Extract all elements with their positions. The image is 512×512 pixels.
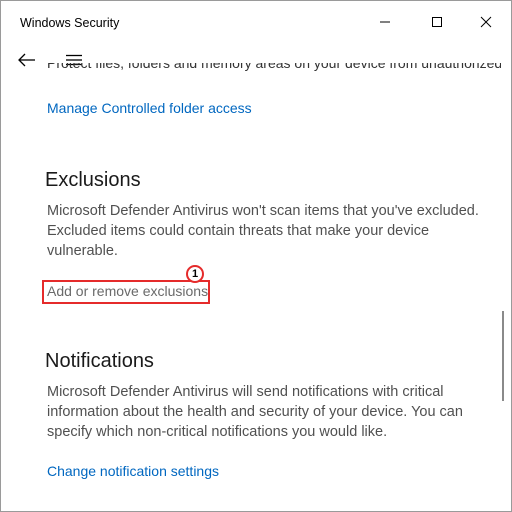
maximize-button[interactable] [410,1,464,43]
close-icon [480,16,492,28]
window-title: Windows Security [20,16,120,30]
close-button[interactable] [459,1,511,43]
maximize-icon [432,17,442,27]
exclusions-description: Microsoft Defender Antivirus won't scan … [47,203,479,259]
partial-description: Protect files, folders and memory areas … [47,63,501,71]
scrollbar-thumb[interactable] [502,311,504,401]
manage-controlled-folder-access-link[interactable]: Manage Controlled folder access [47,100,252,116]
scroll-content: Protect files, folders and memory areas … [1,61,501,511]
title-bar: Windows Security [1,1,511,43]
change-notification-settings-link[interactable]: Change notification settings [47,463,219,479]
minimize-button[interactable] [358,1,412,43]
minimize-icon [380,21,390,23]
step-callout-badge: 1 [186,265,204,283]
add-or-remove-exclusions-link[interactable]: Add or remove exclusions [47,283,208,299]
windows-security-window: Windows Security Protect files, folders … [0,0,512,512]
notifications-description: Microsoft Defender Antivirus will send n… [47,384,463,440]
exclusions-title: Exclusions [45,169,141,191]
notifications-title: Notifications [45,350,154,372]
